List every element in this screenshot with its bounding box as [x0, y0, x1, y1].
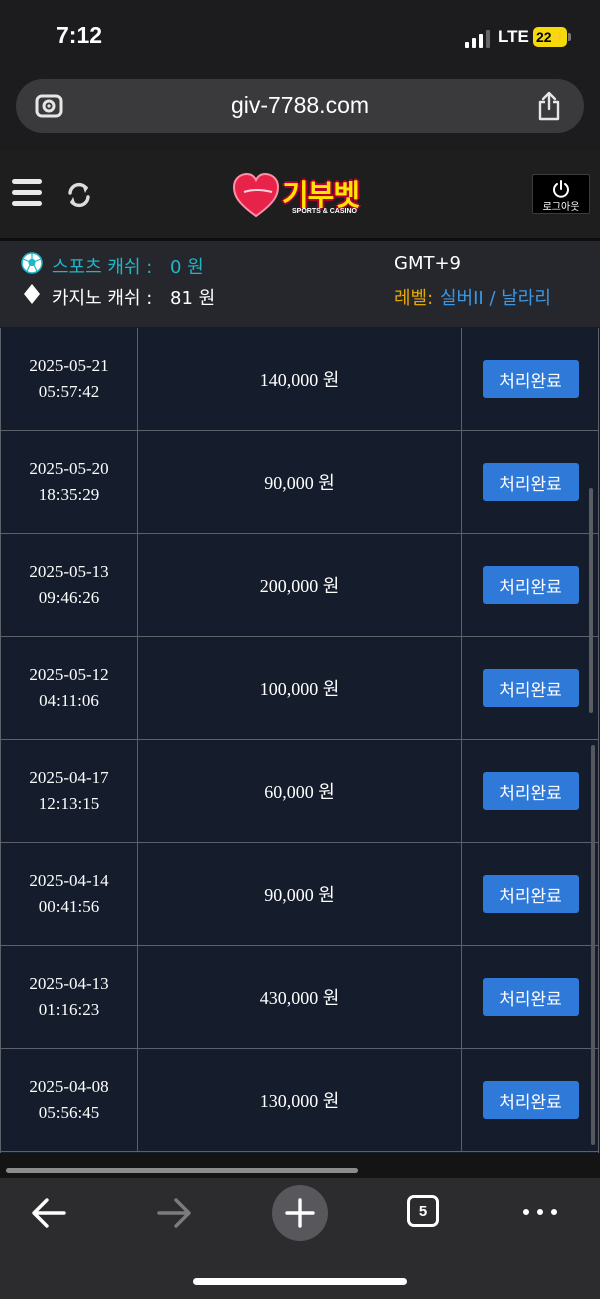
amount-cell: 430,000 원 [138, 946, 462, 1048]
row-date: 2025-04-13 [29, 974, 109, 993]
row-date: 2025-05-21 [29, 356, 109, 375]
status-time: 7:12 [56, 22, 103, 48]
plus-icon [285, 1198, 315, 1228]
status-button[interactable]: 처리완료 [482, 978, 579, 1016]
table-row: 2025-04-08 05:56:45 130,000 원 처리완료 [1, 1049, 599, 1152]
amount-cell: 140,000 원 [138, 328, 462, 430]
sports-cash-label: 스포츠 캐쉬 : [52, 257, 153, 278]
amount-cell: 90,000 원 [138, 431, 462, 533]
menu-icon[interactable] [12, 179, 42, 209]
casino-cash-label: 카지노 캐쉬 : [52, 288, 153, 309]
table-row: 2025-04-17 12:13:15 60,000 원 처리완료 [1, 740, 599, 843]
status-button[interactable]: 처리완료 [482, 669, 579, 707]
logout-label: 로그아웃 [542, 202, 580, 213]
status-cell: 처리완료 [462, 637, 599, 739]
back-arrow-icon[interactable] [30, 1196, 68, 1230]
share-icon[interactable] [536, 91, 562, 121]
table-row: 2025-04-14 00:41:56 90,000 원 처리완료 [1, 843, 599, 946]
status-button[interactable]: 처리완료 [482, 875, 579, 913]
battery-level: 22 [535, 29, 552, 45]
row-time: 05:56:45 [38, 1103, 100, 1122]
table-border [598, 328, 599, 1153]
row-time: 12:13:15 [38, 794, 100, 813]
date-cell: 2025-04-13 01:16:23 [1, 946, 138, 1048]
date-cell: 2025-04-14 00:41:56 [1, 843, 138, 945]
row-time: 04:11:06 [39, 691, 99, 710]
sports-cash-value: 0 원 [170, 257, 204, 278]
diamond-icon [24, 284, 40, 304]
row-time: 05:57:42 [38, 382, 100, 401]
transaction-table: 2025-05-21 05:57:42 140,000 원 처리완료 2025-0… [0, 328, 600, 1153]
status-button[interactable]: 처리완료 [482, 463, 579, 501]
status-bar: 7:12 LTE 22 ⚡ [0, 0, 600, 76]
soccer-ball-icon [21, 252, 43, 274]
status-cell: 처리완료 [462, 946, 599, 1048]
row-date: 2025-04-17 [29, 768, 109, 787]
status-cell: 처리완료 [462, 534, 599, 636]
table-row: 2025-05-21 05:57:42 140,000 원 처리완료 [1, 328, 599, 431]
new-tab-button[interactable] [272, 1185, 328, 1241]
logo-subtitle: SPORTS & CASINO [292, 208, 357, 215]
status-cell: 처리완료 [462, 431, 599, 533]
status-button[interactable]: 처리완료 [482, 772, 579, 810]
level-label: 레벨: [394, 288, 434, 309]
status-cell: 처리완료 [462, 740, 599, 842]
date-cell: 2025-04-08 05:56:45 [1, 1049, 138, 1151]
forward-arrow-icon[interactable] [155, 1196, 193, 1230]
level-value: 실버II / 날라리 [440, 288, 551, 309]
status-cell: 처리완료 [462, 328, 599, 430]
row-date: 2025-05-13 [29, 562, 109, 581]
row-date: 2025-05-20 [29, 459, 109, 478]
table-border [0, 328, 1, 1153]
row-time: 09:46:26 [38, 588, 100, 607]
row-date: 2025-04-14 [29, 871, 109, 890]
row-time: 00:41:56 [38, 897, 100, 916]
signal-icon [465, 30, 490, 48]
tabs-icon[interactable]: 5 [407, 1195, 439, 1227]
date-cell: 2025-05-21 05:57:42 [1, 328, 138, 430]
status-button[interactable]: 처리완료 [482, 1081, 579, 1119]
inner-scrollbar[interactable] [589, 488, 593, 713]
refresh-icon[interactable] [64, 180, 94, 210]
row-time: 18:35:29 [38, 485, 100, 504]
date-cell: 2025-04-17 12:13:15 [1, 740, 138, 842]
power-icon [553, 180, 569, 198]
home-indicator [193, 1278, 407, 1285]
horizontal-scrollbar[interactable] [6, 1168, 358, 1173]
table-row: 2025-05-12 04:11:06 100,000 원 처리완료 [1, 637, 599, 740]
amount-cell: 130,000 원 [138, 1049, 462, 1151]
status-button[interactable]: 처리완료 [482, 360, 579, 398]
date-cell: 2025-05-13 09:46:26 [1, 534, 138, 636]
amount-cell: 60,000 원 [138, 740, 462, 842]
amount-cell: 200,000 원 [138, 534, 462, 636]
network-type: LTE [498, 27, 529, 46]
row-time: 01:16:23 [38, 1000, 100, 1019]
timezone-label: GMT+9 [394, 253, 462, 274]
casino-cash-value: 81 원 [170, 288, 216, 309]
amount-cell: 100,000 원 [138, 637, 462, 739]
more-icon[interactable] [520, 1200, 560, 1224]
page-scrollbar[interactable] [591, 745, 595, 1145]
url-text[interactable]: giv-7788.com [16, 92, 584, 119]
status-cell: 처리완료 [462, 1049, 599, 1151]
address-bar[interactable]: giv-7788.com [16, 79, 584, 133]
table-row: 2025-04-13 01:16:23 430,000 원 처리완료 [1, 946, 599, 1049]
table-row: 2025-05-20 18:35:29 90,000 원 처리완료 [1, 431, 599, 534]
row-date: 2025-05-12 [29, 665, 109, 684]
date-cell: 2025-05-12 04:11:06 [1, 637, 138, 739]
content-bottom-strip [0, 1153, 600, 1178]
battery-icon: 22 ⚡ [533, 27, 571, 47]
table-row: 2025-05-13 09:46:26 200,000 원 처리완료 [1, 534, 599, 637]
row-date: 2025-04-08 [29, 1077, 109, 1096]
amount-cell: 90,000 원 [138, 843, 462, 945]
date-cell: 2025-05-20 18:35:29 [1, 431, 138, 533]
logout-button[interactable]: 로그아웃 [532, 174, 590, 214]
status-button[interactable]: 처리완료 [482, 566, 579, 604]
status-cell: 처리완료 [462, 843, 599, 945]
